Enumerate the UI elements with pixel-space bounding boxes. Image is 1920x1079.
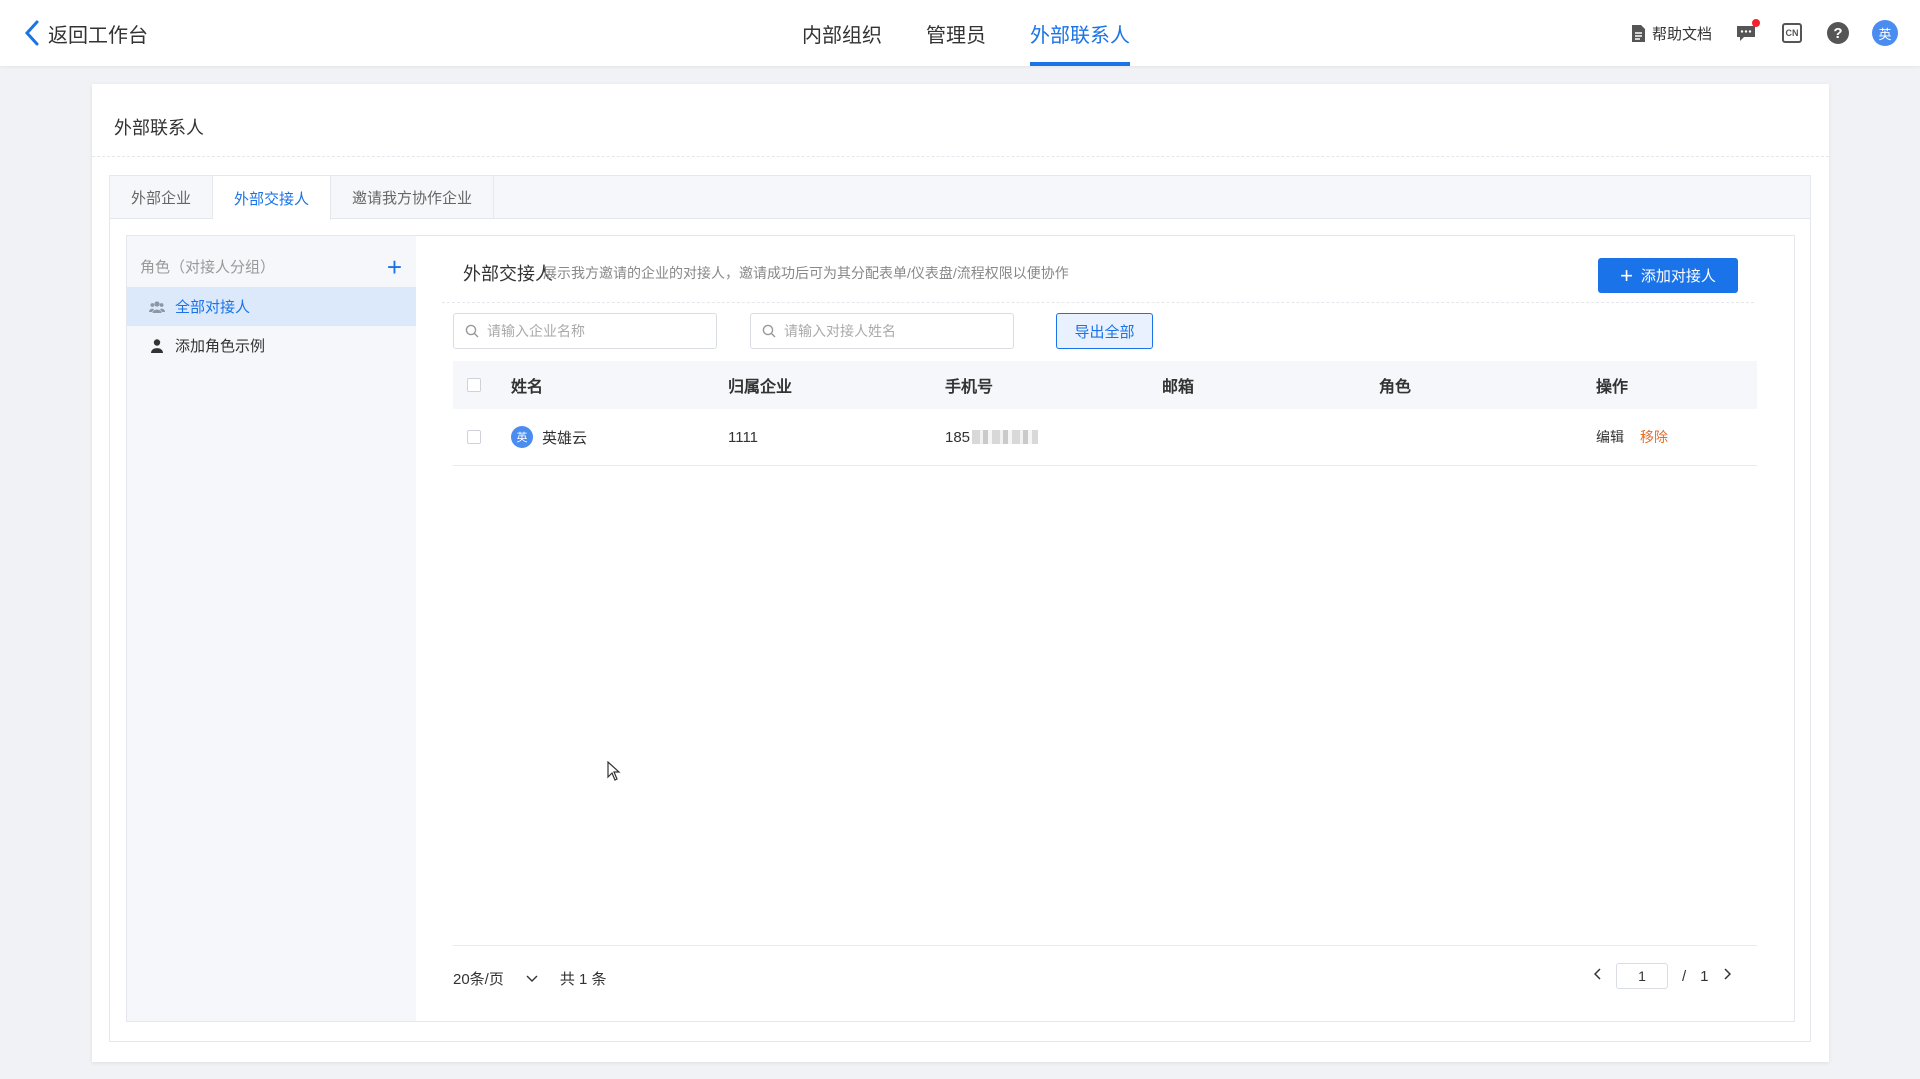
table-header: 姓名 归属企业 手机号 邮箱 角色 操作 (453, 361, 1757, 409)
group-icon (149, 300, 165, 313)
panel-title: 外部交接人 (463, 264, 553, 284)
chevron-left-icon (1593, 968, 1601, 980)
total-pages: 1 (1700, 967, 1709, 985)
search-icon (465, 324, 479, 338)
question-icon: ? (1827, 22, 1849, 44)
next-page-button[interactable] (1723, 967, 1731, 985)
prev-page-button[interactable] (1593, 967, 1602, 985)
chevron-left-icon (24, 20, 39, 46)
main-card: 外部联系人 外部企业 外部交接人 邀请我方协作企业 角色（对接人分组） + 全部 (92, 84, 1829, 1062)
sidebar-item-role-example[interactable]: 添加角色示例 (127, 326, 416, 365)
plus-icon: + (1620, 262, 1633, 288)
cell-name: 英 英雄云 (511, 426, 587, 448)
row-checkbox[interactable] (467, 430, 481, 444)
tab-external-handover[interactable]: 外部交接人 (213, 176, 332, 220)
column-header-actions: 操作 (1596, 379, 1629, 396)
contact-avatar: 英 (511, 426, 533, 448)
back-to-workbench-button[interactable]: 返回工作台 (24, 17, 148, 49)
column-header-role: 角色 (1379, 379, 1412, 396)
language-icon: CN (1782, 23, 1802, 43)
main-nav-tabs: 内部组织 管理员 外部联系人 (780, 0, 1152, 66)
help-doc-label: 帮助文档 (1651, 25, 1712, 43)
column-header-name: 姓名 (511, 379, 544, 396)
tab-internal-org[interactable]: 内部组织 (780, 0, 904, 66)
cell-enterprise: 1111 (728, 428, 759, 446)
panel-divider (442, 302, 1754, 303)
cell-actions: 编辑 移除 (1596, 427, 1668, 447)
page-size-value: 20条/页 (453, 971, 504, 988)
role-sidebar-title: 角色（对接人分组） (140, 259, 276, 276)
column-header-email: 邮箱 (1162, 379, 1195, 396)
back-label: 返回工作台 (48, 24, 148, 47)
chat-bubble-icon (1737, 26, 1755, 41)
contact-name: 英雄云 (542, 429, 588, 447)
export-all-button[interactable]: 导出全部 (1056, 313, 1153, 349)
user-avatar[interactable]: 英 (1872, 20, 1898, 46)
page-separator: / (1682, 967, 1687, 985)
tab-external-contacts[interactable]: 外部联系人 (1008, 0, 1152, 66)
phone-prefix: 185 (945, 428, 971, 446)
add-contact-button[interactable]: + 添加对接人 (1598, 258, 1738, 293)
phone-mask (972, 430, 1039, 444)
pagination-info: 20条/页 共 1 条 (453, 968, 607, 989)
add-contact-label: 添加对接人 (1640, 268, 1716, 285)
footer-divider (453, 945, 1757, 946)
top-right-tools: 帮助文档 CN ? 英 (1631, 19, 1898, 47)
edit-link[interactable]: 编辑 (1596, 427, 1624, 447)
role-sidebar: 角色（对接人分组） + 全部对接人 添加角色示例 (127, 236, 416, 1021)
message-button[interactable] (1734, 19, 1760, 45)
select-all-checkbox[interactable] (467, 378, 481, 392)
tab-inviting-enterprises[interactable]: 邀请我方协作企业 (331, 176, 495, 219)
notification-dot (1752, 19, 1760, 27)
chevron-down-icon (526, 975, 538, 982)
content-frame: 角色（对接人分组） + 全部对接人 添加角色示例 外部交接人 展示我方邀请的企业… (126, 235, 1795, 1022)
panel-description: 展示我方邀请的企业的对接人，邀请成功后可为其分配表单/仪表盘/流程权限以便协作 (543, 265, 1069, 281)
total-count: 共 1 条 (559, 971, 607, 988)
sidebar-item-label: 全部对接人 (175, 299, 251, 316)
help-doc-link[interactable]: 帮助文档 (1631, 23, 1712, 44)
contact-search-input[interactable] (784, 323, 1004, 339)
page-number-input[interactable] (1616, 963, 1668, 989)
company-search-box (453, 313, 717, 349)
contacts-panel: 外部交接人 展示我方邀请的企业的对接人，邀请成功后可为其分配表单/仪表盘/流程权… (416, 236, 1794, 1021)
page-size-select[interactable]: 20条/页 (453, 968, 538, 989)
column-header-enterprise: 归属企业 (728, 379, 793, 396)
tab-external-enterprises[interactable]: 外部企业 (110, 176, 214, 219)
chevron-right-icon (1723, 968, 1731, 980)
cell-phone: 185 (945, 428, 1039, 446)
contacts-table: 姓名 归属企业 手机号 邮箱 角色 操作 英 英雄云 1111 185 编辑 移… (453, 361, 1757, 466)
pagination-controls: / 1 (1593, 963, 1731, 989)
contact-search-box (750, 313, 1014, 349)
sub-tabs: 外部企业 外部交接人 邀请我方协作企业 (110, 176, 1810, 220)
tab-admins[interactable]: 管理员 (904, 0, 1008, 66)
column-header-phone: 手机号 (945, 379, 994, 396)
remove-link[interactable]: 移除 (1640, 427, 1668, 447)
mouse-cursor-icon (607, 761, 621, 781)
table-row: 英 英雄云 1111 185 编辑 移除 (453, 409, 1757, 466)
document-icon (1631, 24, 1645, 42)
person-icon (151, 338, 163, 353)
sidebar-item-label: 添加角色示例 (175, 338, 266, 355)
add-role-icon[interactable]: + (387, 254, 402, 280)
role-sidebar-header: 角色（对接人分组） + (140, 254, 402, 280)
search-icon (762, 324, 776, 338)
page-title: 外部联系人 (114, 118, 204, 138)
top-navbar: 返回工作台 内部组织 管理员 外部联系人 帮助文档 CN ? 英 (0, 0, 1920, 66)
language-button[interactable]: CN (1780, 21, 1804, 45)
company-search-input[interactable] (487, 323, 707, 339)
sub-tab-container: 外部企业 外部交接人 邀请我方协作企业 角色（对接人分组） + 全部对接人 添加… (109, 175, 1811, 1042)
help-button[interactable]: ? (1826, 21, 1850, 45)
title-divider (92, 156, 1829, 157)
sidebar-item-all-contacts[interactable]: 全部对接人 (127, 287, 416, 326)
